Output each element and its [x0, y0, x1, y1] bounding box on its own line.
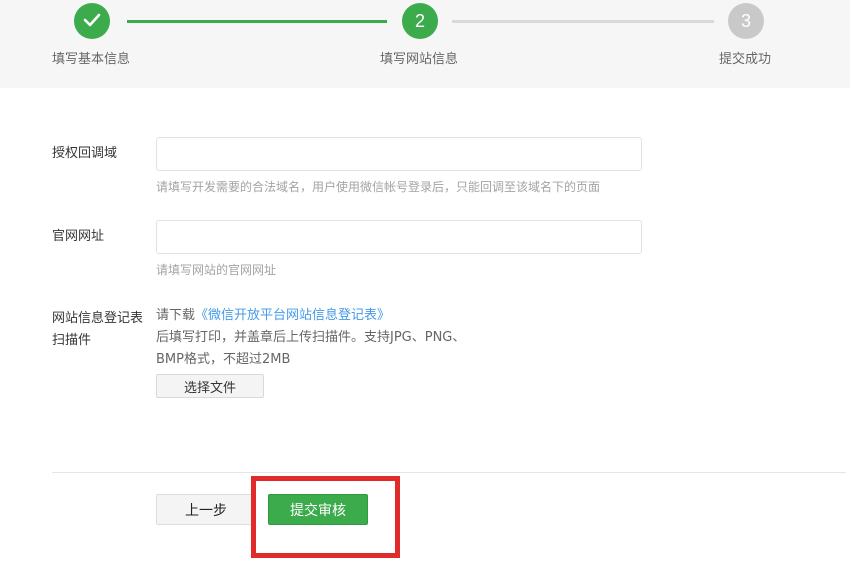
- download-line: 请下载《微信开放平台网站信息登记表》: [156, 305, 496, 327]
- submit-review-button[interactable]: 提交审核: [268, 494, 368, 525]
- website-url-hint: 请填写网站的官网网址: [156, 263, 277, 277]
- callback-domain-input[interactable]: [156, 137, 642, 171]
- step-1-circle: [74, 3, 110, 39]
- step-progress-bar: 填写基本信息 2 填写网站信息 3 提交成功: [0, 0, 850, 88]
- choose-file-button[interactable]: 选择文件: [156, 374, 264, 398]
- check-icon: [83, 11, 101, 32]
- step-3-circle: 3: [728, 3, 764, 39]
- registration-form-label: 网站信息登记表 扫描件: [52, 308, 143, 352]
- callback-domain-label: 授权回调域: [52, 146, 118, 161]
- website-url-label: 官网网址: [52, 229, 105, 244]
- callback-domain-hint: 请填写开发需要的合法域名，用户使用微信帐号登录后，只能回调至该域名下的页面: [156, 180, 601, 194]
- step-connector-pending: [452, 20, 714, 23]
- website-url-input[interactable]: [156, 220, 642, 254]
- step-2-circle: 2: [402, 3, 438, 39]
- instructions-line1: 后填写打印，并盖章后上传扫描件。支持JPG、PNG、: [156, 330, 466, 345]
- registration-form-label-line1: 网站信息登记表: [52, 311, 144, 326]
- step-1-label: 填写基本信息: [52, 52, 131, 67]
- step-2-label: 填写网站信息: [380, 52, 459, 67]
- form-divider: [52, 472, 846, 473]
- step-3-label: 提交成功: [719, 52, 772, 67]
- download-prefix: 请下载: [156, 308, 196, 323]
- registration-form-label-line2: 扫描件: [52, 333, 92, 348]
- registration-form-download-link[interactable]: 《微信开放平台网站信息登记表》: [195, 308, 390, 323]
- step-connector-completed: [127, 20, 387, 23]
- instructions-line2: BMP格式，不超过2MB: [156, 352, 291, 367]
- previous-step-button[interactable]: 上一步: [156, 494, 256, 525]
- registration-form-instructions: 请下载《微信开放平台网站信息登记表》 后填写打印，并盖章后上传扫描件。支持JPG…: [156, 305, 496, 371]
